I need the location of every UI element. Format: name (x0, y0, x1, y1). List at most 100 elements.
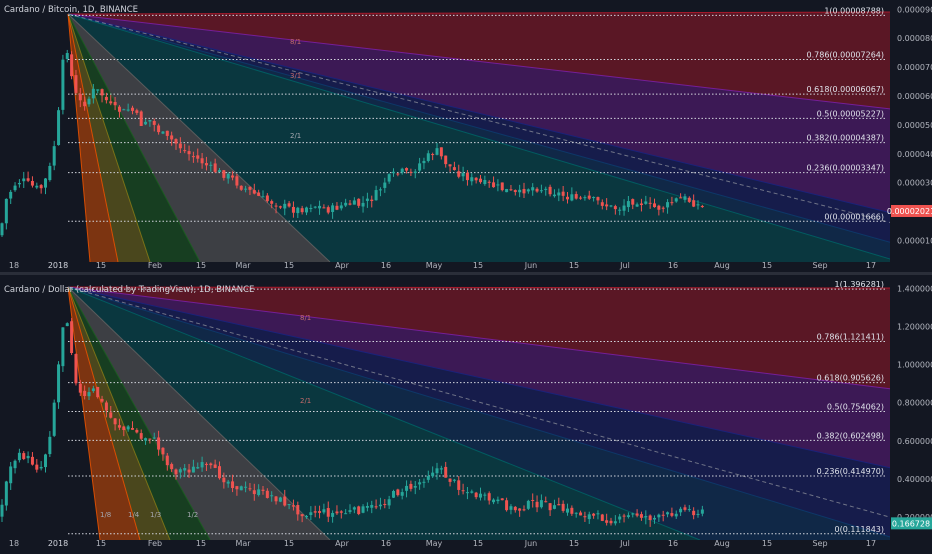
candle-up (540, 500, 543, 507)
candle-up (331, 513, 334, 517)
candle-up (314, 207, 317, 208)
price-axis[interactable]: 1.4000001.2000001.0000000.8000000.600000… (891, 284, 932, 529)
candle-down (131, 108, 134, 111)
candle-down (205, 163, 208, 165)
candle-down (357, 506, 360, 514)
time-axis-tick-label: May (426, 539, 443, 548)
price-axis-tick-label: 0.00003000 (897, 179, 932, 188)
candle-up (262, 196, 265, 197)
candle-up (431, 473, 434, 477)
candle-down (275, 206, 278, 207)
candle-up (244, 487, 247, 488)
candle-up (436, 148, 439, 155)
candle-up (53, 146, 56, 165)
candle-down (449, 479, 452, 482)
candle-up (610, 205, 613, 206)
candle-down (231, 481, 234, 488)
candle-up (244, 189, 247, 190)
candle-up (18, 183, 21, 184)
time-axis[interactable]: 18201815Feb15Mar15Apr16May15Jun15Jul16Au… (9, 539, 876, 548)
candle-up (683, 196, 686, 200)
price-axis-tick-label: 1.200000 (897, 323, 932, 332)
candle-up (144, 122, 147, 124)
candle-up (518, 190, 521, 192)
candle-down (266, 491, 269, 498)
candle-down (670, 513, 673, 516)
candle-up (479, 494, 482, 498)
candle-up (527, 189, 530, 191)
candle-down (222, 170, 225, 178)
time-axis-tick-label: 15 (762, 261, 772, 270)
candle-down (457, 171, 460, 177)
candle-down (449, 164, 452, 166)
candle-up (331, 205, 334, 212)
candle-down (383, 504, 386, 505)
candle-up (697, 514, 700, 515)
price-axis[interactable]: 0.000090000.000080000.000070000.00006000… (887, 5, 932, 245)
candle-down (279, 206, 282, 207)
fan-ratio-label: 8/1 (290, 38, 301, 46)
time-axis-tick-label: Jul (619, 539, 630, 548)
candle-down (166, 131, 169, 136)
candle-up (66, 323, 69, 326)
candle-up (122, 109, 125, 110)
candle-down (562, 192, 565, 196)
candle-down (140, 111, 143, 126)
candle-up (309, 512, 312, 515)
price-axis-tick-label: 0.00001000 (897, 237, 932, 246)
candle-up (305, 516, 308, 517)
candle-down (409, 484, 412, 489)
candle-down (509, 189, 512, 190)
candle-up (48, 437, 51, 454)
candle-up (370, 505, 373, 508)
candle-up (405, 486, 408, 491)
fib-level-label: 1(0.00008788) (824, 6, 884, 15)
candle-up (453, 480, 456, 481)
candle-down (492, 182, 495, 187)
candle-up (427, 476, 430, 480)
time-axis-tick-label: 16 (381, 261, 391, 270)
time-axis-tick-label: 16 (668, 261, 678, 270)
panel-separator[interactable] (0, 272, 932, 275)
candle-up (509, 506, 512, 510)
fib-level-label: 0.382(0.602498) (817, 431, 884, 440)
time-axis-tick-label: 15 (196, 261, 206, 270)
candle-up (427, 153, 430, 161)
candle-down (257, 192, 260, 195)
time-axis[interactable]: 18201815Feb15Mar15Apr16May15Jun15Jul16Au… (9, 261, 876, 270)
candle-down (370, 200, 373, 201)
candle-down (148, 439, 151, 440)
candle-up (492, 500, 495, 503)
time-axis-tick-label: Jun (524, 539, 538, 548)
current-price-label: 0.00002021 (887, 207, 932, 216)
candle-up (349, 510, 352, 512)
fib-level-label: 1(1.396281) (834, 280, 884, 289)
candle-up (240, 486, 243, 490)
time-axis-tick-label: Mar (235, 261, 251, 270)
candle-down (536, 189, 539, 192)
time-axis-tick-label: 18 (9, 261, 19, 270)
candle-down (596, 197, 599, 200)
candle-up (66, 53, 69, 59)
chart-root: 1(0.00008788)0.786(0.00007264)0.618(0.00… (0, 0, 932, 550)
panel-bottom: 1(1.396281)0.786(1.121411)0.618(0.905626… (1, 280, 932, 548)
candle-down (475, 493, 478, 497)
candle-up (127, 426, 130, 429)
fibonacci-chart-svg[interactable]: 1(0.00008788)0.786(0.00007264)0.618(0.00… (0, 0, 932, 550)
candle-up (353, 507, 356, 509)
candle-down (283, 496, 286, 505)
candle-down (114, 418, 117, 424)
candle-down (327, 207, 330, 212)
candle-down (253, 490, 256, 494)
candle-down (501, 498, 504, 500)
candle-down (131, 428, 134, 430)
chart-title: Cardano / Bitcoin, 1D, BINANCE (4, 5, 138, 15)
candle-down (549, 187, 552, 194)
candle-down (270, 201, 273, 204)
candle-down (631, 199, 634, 205)
candle-down (175, 470, 178, 475)
candle-up (401, 169, 404, 173)
candle-down (570, 508, 573, 514)
candle-down (349, 203, 352, 204)
candle-up (183, 468, 186, 470)
